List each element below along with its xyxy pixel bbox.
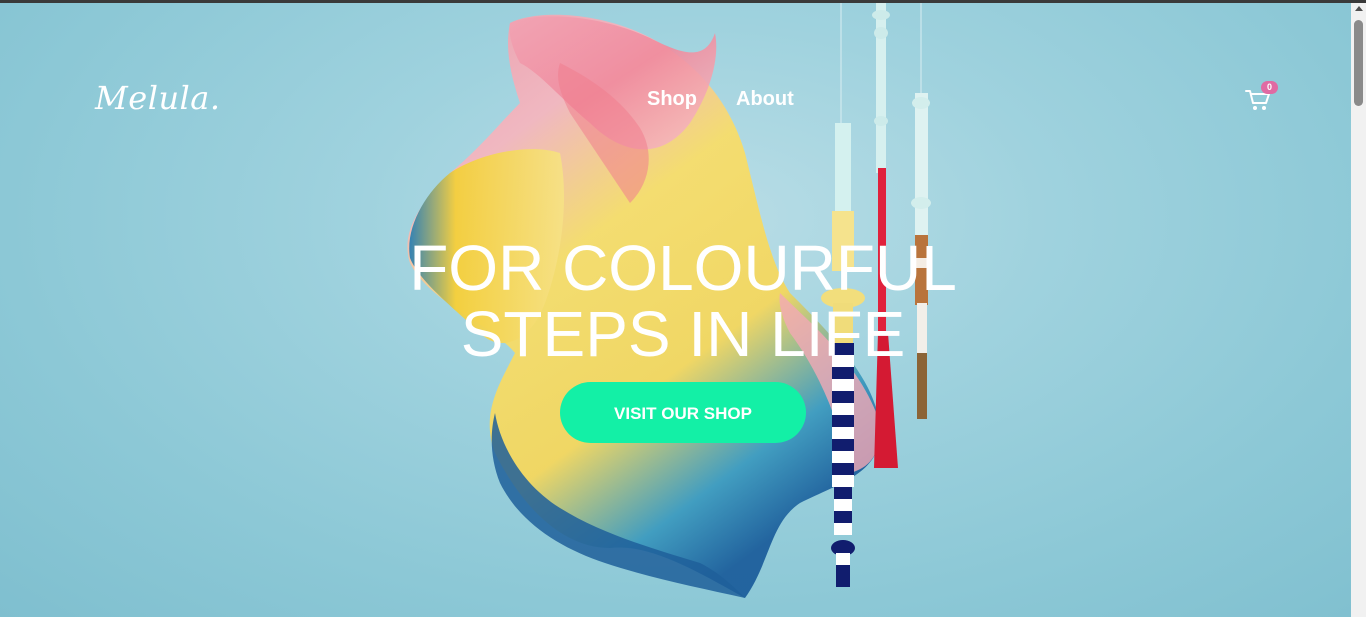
nav-shop-link[interactable]: Shop	[647, 88, 697, 111]
cart-count-badge: 0	[1261, 81, 1278, 94]
hero-section: Melula. Shop About 0 FOR COLOURFUL STEPS…	[0, 3, 1351, 617]
hero-headline-line-1: FOR COLOURFUL	[409, 232, 957, 304]
scroll-up-arrow-icon[interactable]	[1355, 6, 1363, 11]
main-nav: Shop About	[647, 88, 794, 111]
scrollbar-thumb[interactable]	[1354, 20, 1363, 106]
page-scrollbar[interactable]	[1351, 3, 1366, 617]
hero-headline: FOR COLOURFUL STEPS IN LIFE	[383, 235, 983, 367]
visit-shop-button[interactable]: VISIT OUR SHOP	[560, 382, 806, 443]
hero-headline-line-2: STEPS IN LIFE	[460, 298, 906, 370]
browser-top-border	[0, 0, 1366, 3]
brand-logo[interactable]: Melula.	[95, 79, 221, 117]
nav-about-link[interactable]: About	[736, 88, 794, 111]
